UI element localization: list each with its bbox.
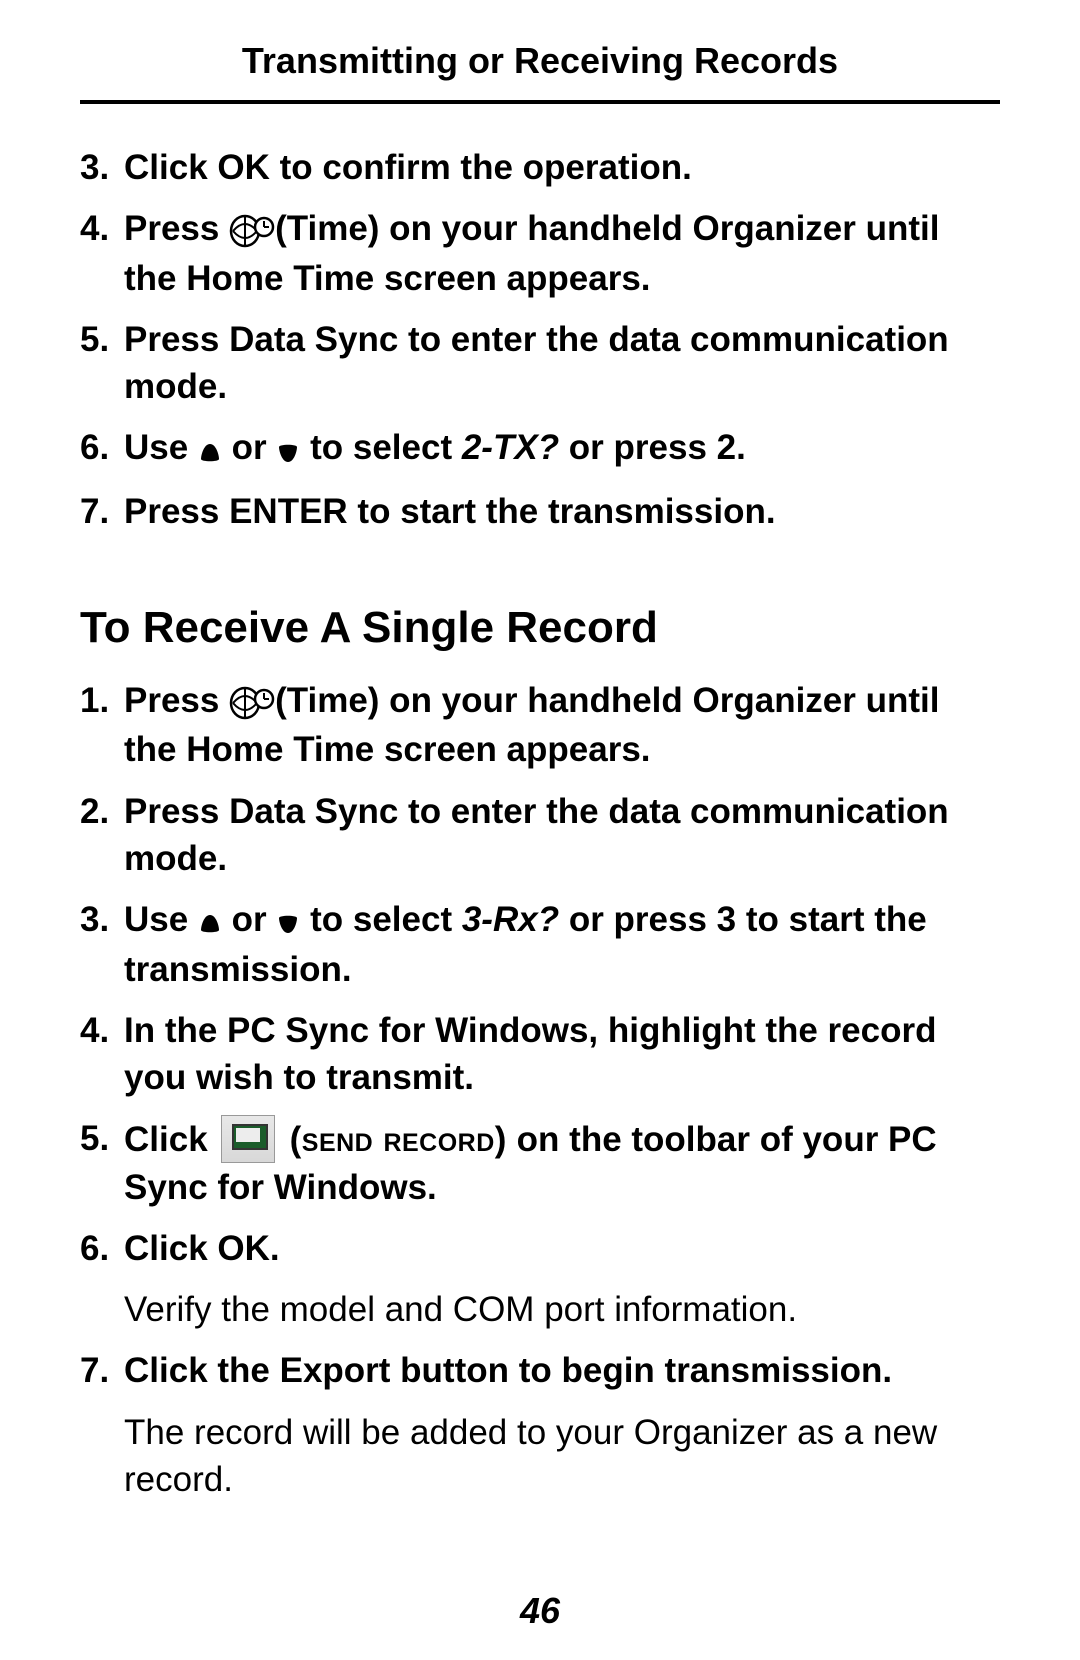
step-text: In the PC Sync for Windows, highlight th… [124, 1007, 1000, 1102]
up-arrow-icon [198, 427, 222, 474]
text: Use [124, 428, 198, 467]
rx-step-6-note: Verify the model and COM port informatio… [124, 1286, 1000, 1333]
step-text: Press (Time) on your handheld Organizer … [124, 677, 1000, 774]
step-number: 7. [80, 1347, 124, 1394]
send-record-icon [221, 1115, 275, 1163]
rx-step-6: 6. Click OK. [80, 1225, 1000, 1272]
clock-icon [229, 207, 275, 254]
step-number: 6. [80, 424, 124, 473]
up-arrow-icon [198, 898, 222, 945]
step-text: Press Data Sync to enter the data commun… [124, 788, 1000, 883]
text: or [222, 428, 276, 467]
step-text: Click (send record) on the toolbar of yo… [124, 1115, 1000, 1211]
rx-step-2: 2. Press Data Sync to enter the data com… [80, 788, 1000, 883]
rx-step-5: 5. Click (send record) on the toolbar of… [80, 1115, 1000, 1211]
section-heading: To Receive A Single Record [80, 603, 1000, 653]
step-number: 3. [80, 144, 124, 191]
step-number: 4. [80, 205, 124, 302]
step-number: 3. [80, 896, 124, 993]
step-number: 4. [80, 1007, 124, 1102]
step-text: Click OK to confirm the operation. [124, 144, 1000, 191]
step-text: Click OK. [124, 1225, 1000, 1272]
step-6: 6. Use or to select 2-TX? or press 2. [80, 424, 1000, 473]
step-number: 2. [80, 788, 124, 883]
step-text: Press Data Sync to enter the data commun… [124, 316, 1000, 411]
text: Click [124, 1120, 217, 1159]
page-number: 46 [0, 1590, 1080, 1632]
rx-step-4: 4. In the PC Sync for Windows, highlight… [80, 1007, 1000, 1102]
step-text: Use or to select 3-Rx? or press 3 to sta… [124, 896, 1000, 993]
down-arrow-icon [276, 427, 300, 474]
step-text: Press (Time) on your handheld Organizer … [124, 205, 1000, 302]
step-7: 7. Press ENTER to start the transmission… [80, 488, 1000, 535]
step-number: 7. [80, 488, 124, 535]
text-italic: 3-Rx? [462, 900, 559, 939]
clock-icon [229, 679, 275, 726]
step-number: 6. [80, 1225, 124, 1272]
step-4: 4. Press (Time) on your handheld Organiz… [80, 205, 1000, 302]
text: to select [300, 900, 461, 939]
text: Press [124, 209, 229, 248]
step-text: Click the Export button to begin transmi… [124, 1347, 1000, 1394]
rx-step-7: 7. Click the Export button to begin tran… [80, 1347, 1000, 1394]
text: Press [124, 681, 229, 720]
step-number: 1. [80, 677, 124, 774]
page-header: Transmitting or Receiving Records [80, 40, 1000, 104]
text: or press 2. [559, 428, 746, 467]
rx-step-7-note: The record will be added to your Organiz… [124, 1409, 1000, 1504]
text-italic: 2-TX? [462, 428, 559, 467]
text-smallcaps: (send record) [279, 1120, 507, 1159]
rx-step-1: 1. Press (Time) on your handheld Organiz… [80, 677, 1000, 774]
text: or [222, 900, 276, 939]
text: to select [300, 428, 461, 467]
text: Use [124, 900, 198, 939]
step-text: Use or to select 2-TX? or press 2. [124, 424, 1000, 473]
step-number: 5. [80, 316, 124, 411]
step-number: 5. [80, 1115, 124, 1211]
step-5: 5. Press Data Sync to enter the data com… [80, 316, 1000, 411]
rx-step-3: 3. Use or to select 3-Rx? or press 3 to … [80, 896, 1000, 993]
down-arrow-icon [276, 898, 300, 945]
step-text: Press ENTER to start the transmission. [124, 488, 1000, 535]
step-3: 3. Click OK to confirm the operation. [80, 144, 1000, 191]
